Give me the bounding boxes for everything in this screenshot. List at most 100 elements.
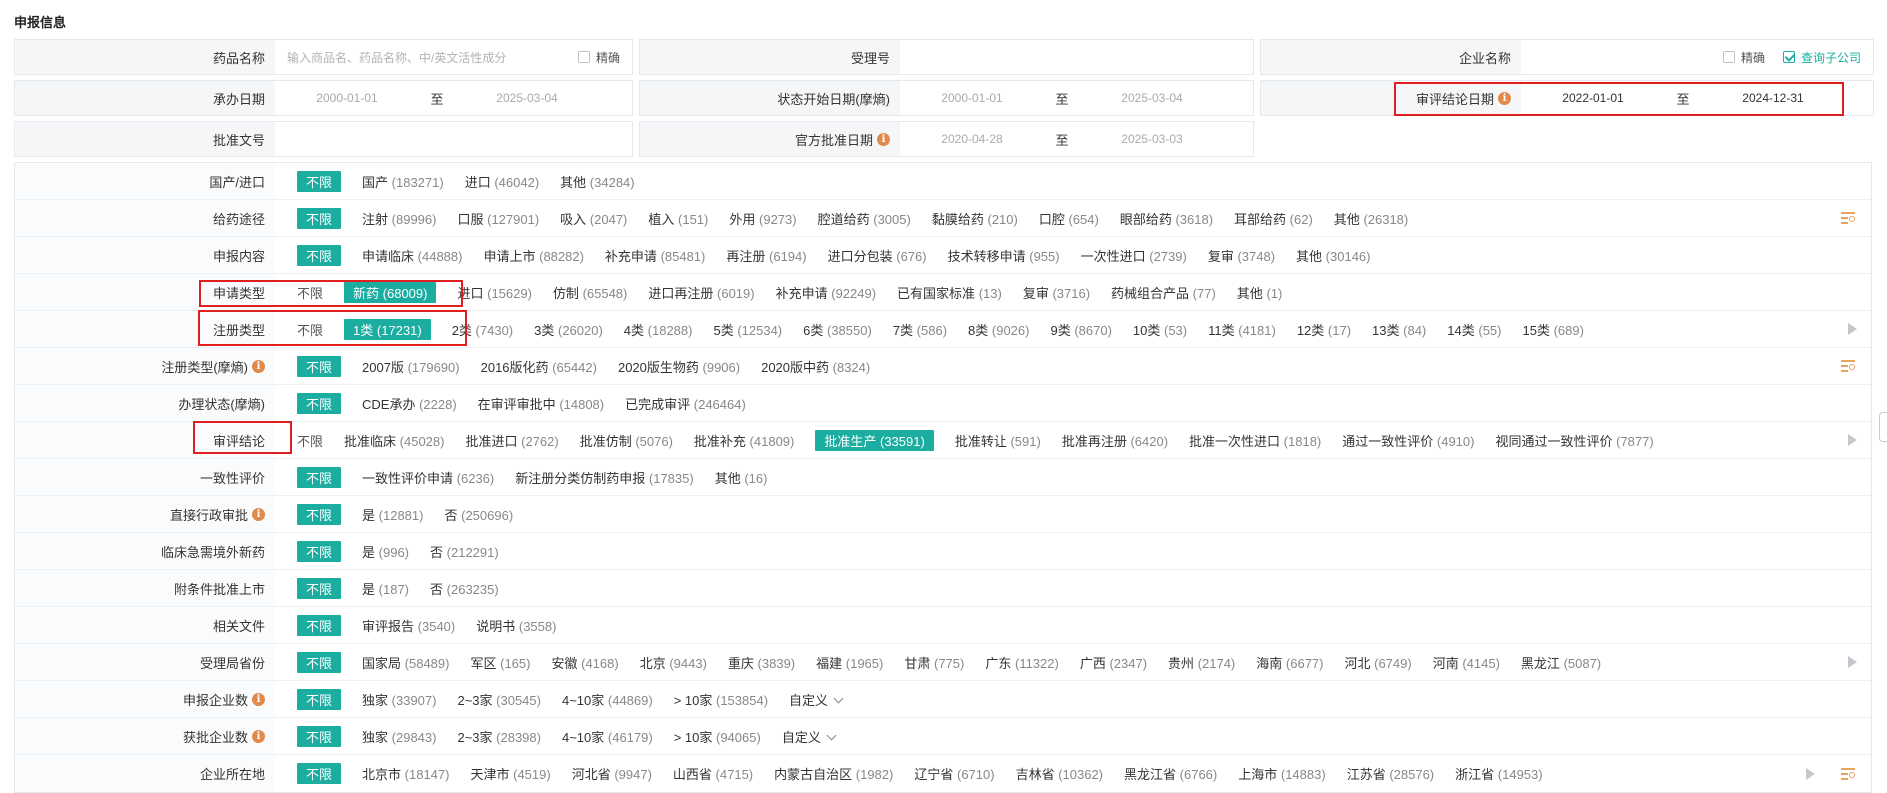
filter-option-selected[interactable]: 不限: [297, 577, 342, 599]
filter-option[interactable]: 批准进口 (2762): [465, 430, 558, 451]
filter-option[interactable]: 吸入 (2047): [560, 208, 627, 229]
filter-option[interactable]: 口腔 (654): [1039, 208, 1099, 229]
exact-checkbox[interactable]: 精确: [577, 49, 620, 66]
filter-option-selected[interactable]: 不限: [297, 392, 342, 414]
info-icon[interactable]: i: [252, 359, 265, 373]
filter-option[interactable]: 通过一致性评价 (4910): [1342, 430, 1474, 451]
filter-option[interactable]: 国家局 (58489): [362, 652, 449, 673]
filter-option[interactable]: 2020版生物药 (9906): [618, 356, 740, 377]
filter-option[interactable]: 2007版 (179690): [362, 356, 460, 377]
filter-option-selected[interactable]: 不限: [297, 725, 342, 747]
filter-option[interactable]: 其他 (1): [1237, 282, 1283, 303]
filter-option[interactable]: 北京市 (18147): [362, 763, 449, 784]
filter-option[interactable]: 黑龙江 (5087): [1521, 652, 1601, 673]
filter-option[interactable]: 2016版化药 (65442): [481, 356, 597, 377]
filter-option[interactable]: 不限: [297, 319, 323, 340]
filter-option[interactable]: 口服 (127901): [457, 208, 539, 229]
expand-play-icon[interactable]: [1848, 323, 1857, 335]
filter-option[interactable]: 4~10家 (46179): [562, 726, 653, 747]
filter-option[interactable]: 广西 (2347): [1080, 652, 1147, 673]
filter-option[interactable]: 再注册 (6194): [726, 245, 806, 266]
filter-option-selected[interactable]: 1类 (17231): [344, 318, 431, 340]
filter-option[interactable]: 自定义: [782, 726, 835, 747]
filter-option[interactable]: 外用 (9273): [729, 208, 796, 229]
filter-option[interactable]: 6类 (38550): [803, 319, 872, 340]
filter-option[interactable]: 海南 (6677): [1256, 652, 1323, 673]
filter-option[interactable]: 其他 (26318): [1334, 208, 1408, 229]
filter-option[interactable]: 11类 (4181): [1208, 319, 1276, 340]
undertake-to[interactable]: 2025-03-04: [467, 91, 587, 105]
filter-option[interactable]: 进口 (15629): [457, 282, 531, 303]
filter-option[interactable]: 2~3家 (30545): [457, 689, 541, 710]
filter-option[interactable]: 植入 (151): [648, 208, 708, 229]
official-to[interactable]: 2025-03-03: [1092, 132, 1212, 146]
info-icon[interactable]: i: [252, 729, 265, 743]
official-date-range[interactable]: 2020-04-28 至 2025-03-03: [900, 122, 1253, 156]
filter-option[interactable]: 不限: [297, 282, 323, 303]
filter-option[interactable]: 眼部给药 (3618): [1120, 208, 1213, 229]
filter-option[interactable]: 10类 (53): [1133, 319, 1187, 340]
filter-option[interactable]: 江苏省 (28576): [1347, 763, 1434, 784]
filter-option[interactable]: 安徽 (4168): [551, 652, 618, 673]
filter-option[interactable]: 是 (187): [362, 578, 409, 599]
expand-play-icon[interactable]: [1848, 656, 1857, 668]
filter-option[interactable]: 河北 (6749): [1344, 652, 1411, 673]
list-search-icon[interactable]: [1841, 211, 1857, 225]
filter-option[interactable]: 否 (212291): [430, 541, 499, 562]
filter-option[interactable]: 2类 (7430): [452, 319, 513, 340]
filter-option[interactable]: 进口再注册 (6019): [648, 282, 754, 303]
filter-option[interactable]: 在审评审批中 (14808): [478, 393, 604, 414]
filter-option[interactable]: 一致性评价申请 (6236): [362, 467, 494, 488]
filter-option[interactable]: 补充申请 (85481): [605, 245, 705, 266]
filter-option[interactable]: 批准再注册 (6420): [1062, 430, 1168, 451]
list-search-icon[interactable]: [1841, 767, 1857, 781]
list-search-icon[interactable]: [1841, 359, 1857, 373]
filter-option[interactable]: 批准临床 (45028): [344, 430, 444, 451]
filter-option-selected[interactable]: 新药 (68009): [344, 281, 437, 303]
filter-option[interactable]: 其他 (34284): [560, 171, 634, 192]
filter-option[interactable]: 河南 (4145): [1433, 652, 1500, 673]
status-date-range[interactable]: 2000-01-01 至 2025-03-04: [900, 81, 1253, 115]
review-to[interactable]: 2024-12-31: [1713, 91, 1833, 105]
filter-option[interactable]: 其他 (30146): [1296, 245, 1370, 266]
filter-option[interactable]: 贵州 (2174): [1168, 652, 1235, 673]
filter-option[interactable]: 国产 (183271): [362, 171, 444, 192]
filter-option[interactable]: 上海市 (14883): [1238, 763, 1325, 784]
filter-option-selected[interactable]: 不限: [297, 540, 342, 562]
status-to[interactable]: 2025-03-04: [1092, 91, 1212, 105]
filter-option-selected[interactable]: 不限: [297, 244, 342, 266]
info-icon[interactable]: i: [877, 132, 890, 146]
filter-option[interactable]: 自定义: [789, 689, 842, 710]
filter-option[interactable]: 新注册分类仿制药申报 (17835): [515, 467, 693, 488]
info-icon[interactable]: i: [252, 692, 265, 706]
filter-option[interactable]: 独家 (33907): [362, 689, 436, 710]
filter-option[interactable]: 进口分包装 (676): [828, 245, 927, 266]
filter-option[interactable]: 批准补充 (41809): [694, 430, 794, 451]
filter-option[interactable]: 仿制 (65548): [553, 282, 627, 303]
filter-option[interactable]: 耳部给药 (62): [1234, 208, 1313, 229]
filter-option[interactable]: 2020版中药 (8324): [761, 356, 870, 377]
info-icon[interactable]: i: [252, 507, 265, 521]
filter-option[interactable]: 河北省 (9947): [572, 763, 652, 784]
filter-option[interactable]: 福建 (1965): [816, 652, 883, 673]
filter-option[interactable]: 8类 (9026): [968, 319, 1029, 340]
filter-option-selected[interactable]: 不限: [297, 207, 342, 229]
filter-option[interactable]: 内蒙古自治区 (1982): [774, 763, 893, 784]
filter-option[interactable]: 已完成审评 (246464): [625, 393, 746, 414]
filter-option[interactable]: 重庆 (3839): [728, 652, 795, 673]
filter-option[interactable]: 9类 (8670): [1050, 319, 1111, 340]
filter-option-selected[interactable]: 不限: [297, 651, 342, 673]
subsidiary-checkbox[interactable]: 查询子公司: [1782, 49, 1861, 66]
filter-option[interactable]: 药械组合产品 (77): [1111, 282, 1216, 303]
filter-option-selected[interactable]: 不限: [297, 688, 342, 710]
filter-option[interactable]: 广东 (11322): [985, 652, 1058, 673]
filter-option[interactable]: 申请临床 (44888): [362, 245, 462, 266]
filter-option[interactable]: 3类 (26020): [534, 319, 603, 340]
filter-option[interactable]: 浙江省 (14953): [1455, 763, 1542, 784]
filter-option[interactable]: 不限: [297, 430, 323, 451]
filter-option[interactable]: 复审 (3716): [1023, 282, 1090, 303]
filter-option[interactable]: 一次性进口 (2739): [1081, 245, 1187, 266]
filter-option[interactable]: 批准转让 (591): [955, 430, 1041, 451]
filter-option[interactable]: 黏膜给药 (210): [932, 208, 1018, 229]
filter-option[interactable]: > 10家 (153854): [674, 689, 768, 710]
